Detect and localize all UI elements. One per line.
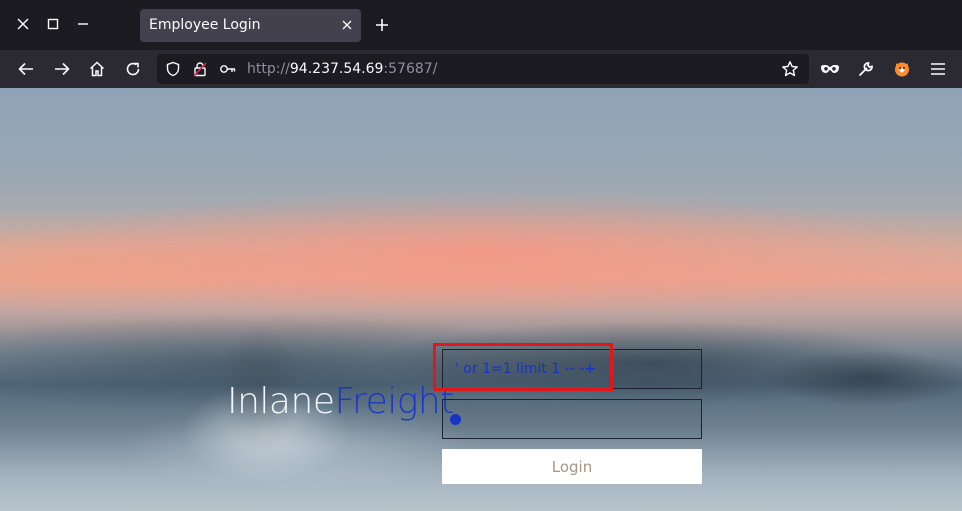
url-bar[interactable]: http://94.237.54.69:57687/ — [157, 54, 809, 84]
annotation-highlight-box — [433, 343, 613, 391]
extension-fox-icon[interactable] — [890, 57, 914, 81]
menu-hamburger-icon[interactable] — [926, 57, 950, 81]
reload-icon[interactable] — [121, 57, 145, 81]
key-icon[interactable] — [218, 59, 238, 79]
shield-icon[interactable] — [163, 59, 183, 79]
close-window-icon[interactable] — [13, 14, 33, 34]
url-scheme: http:// — [247, 61, 290, 77]
tab-close-icon[interactable] — [339, 17, 355, 33]
wrench-icon[interactable] — [854, 57, 878, 81]
bookmark-star-icon[interactable] — [780, 59, 800, 79]
home-icon[interactable] — [85, 57, 109, 81]
password-field[interactable] — [442, 399, 702, 439]
url-text[interactable]: http://94.237.54.69:57687/ — [247, 61, 437, 77]
tab-title: Employee Login — [149, 17, 261, 33]
tab-employee-login[interactable]: Employee Login — [140, 9, 361, 42]
brand-logo: InlaneFreight — [227, 381, 454, 422]
maximize-window-icon[interactable] — [43, 14, 63, 34]
navigation-toolbar: http://94.237.54.69:57687/ — [0, 50, 962, 88]
login-button[interactable]: Login — [442, 449, 702, 484]
insecure-lock-icon[interactable] — [190, 59, 210, 79]
private-mask-icon[interactable] — [818, 57, 842, 81]
url-host: 94.237.54.69 — [289, 61, 384, 77]
url-port: :57687/ — [383, 61, 438, 77]
password-dot — [450, 414, 461, 425]
back-icon[interactable] — [14, 57, 38, 81]
new-tab-icon[interactable] — [372, 15, 392, 35]
tab-strip: Employee Login — [0, 0, 962, 50]
minimize-window-icon[interactable] — [73, 14, 93, 34]
forward-icon[interactable] — [50, 57, 74, 81]
brand-text-inlane: Inlane — [227, 381, 335, 422]
page-content: InlaneFreight Login — [0, 88, 962, 511]
